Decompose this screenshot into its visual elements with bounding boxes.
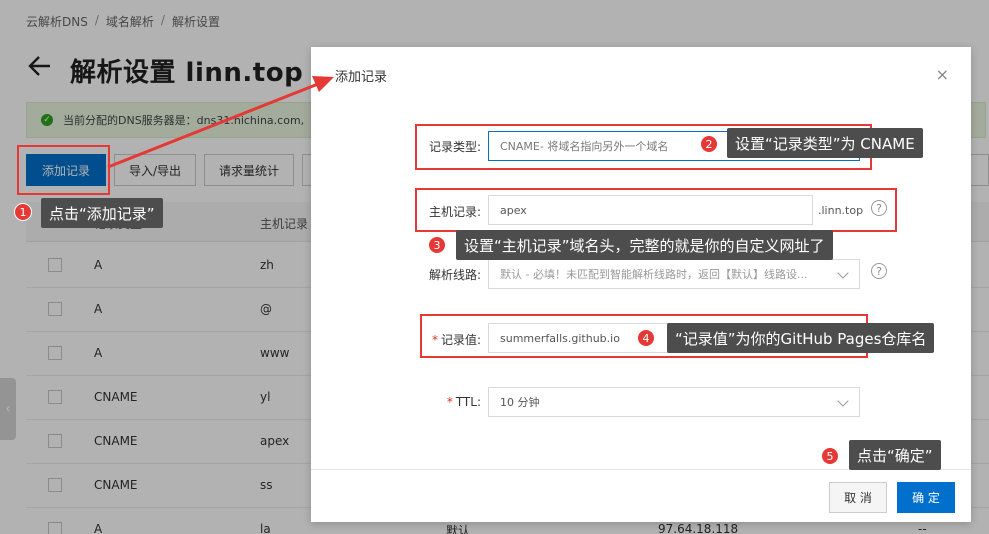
annotation-tip-1: 点击“添加记录” [41,198,163,228]
step-badge-4: 4 [637,329,655,347]
step-badge-1: 1 [14,203,32,221]
annotation-tip-3: 设置“主机记录”域名头，完整的就是你的自定义网址了 [456,230,833,260]
step-badge-2: 2 [700,135,718,153]
annotation-box-host [415,188,897,232]
step-badge-5: 5 [821,447,839,465]
annotation-tip-4: “记录值”为你的GitHub Pages仓库名 [667,323,935,353]
annotation-tip-5: 点击“确定” [849,440,941,470]
step-badge-3: 3 [428,236,446,254]
annotation-arrow [107,76,334,169]
annotation-tip-2: 设置“记录类型”为 CNAME [727,128,923,158]
annotation-box-add [17,145,110,195]
